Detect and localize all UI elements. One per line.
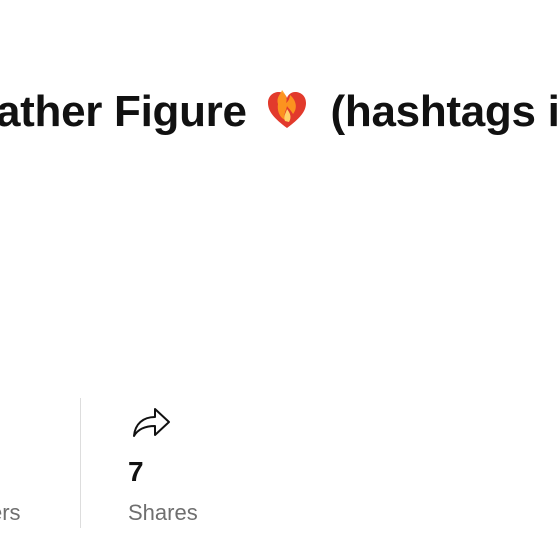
stats-divider — [80, 398, 81, 528]
heart-on-fire-icon — [265, 88, 309, 144]
post-title: ather Figure (hashtags i — [0, 86, 560, 144]
post-title-end: (hashtags i — [330, 87, 560, 136]
shares-label: Shares — [128, 500, 198, 525]
followers-label-fragment: ers — [0, 500, 21, 525]
share-arrow-icon[interactable] — [130, 404, 172, 440]
post-stats: ers 7 Shares — [0, 398, 560, 530]
post-title-start: ather Figure — [0, 87, 247, 136]
shares-count: 7 — [128, 456, 144, 487]
